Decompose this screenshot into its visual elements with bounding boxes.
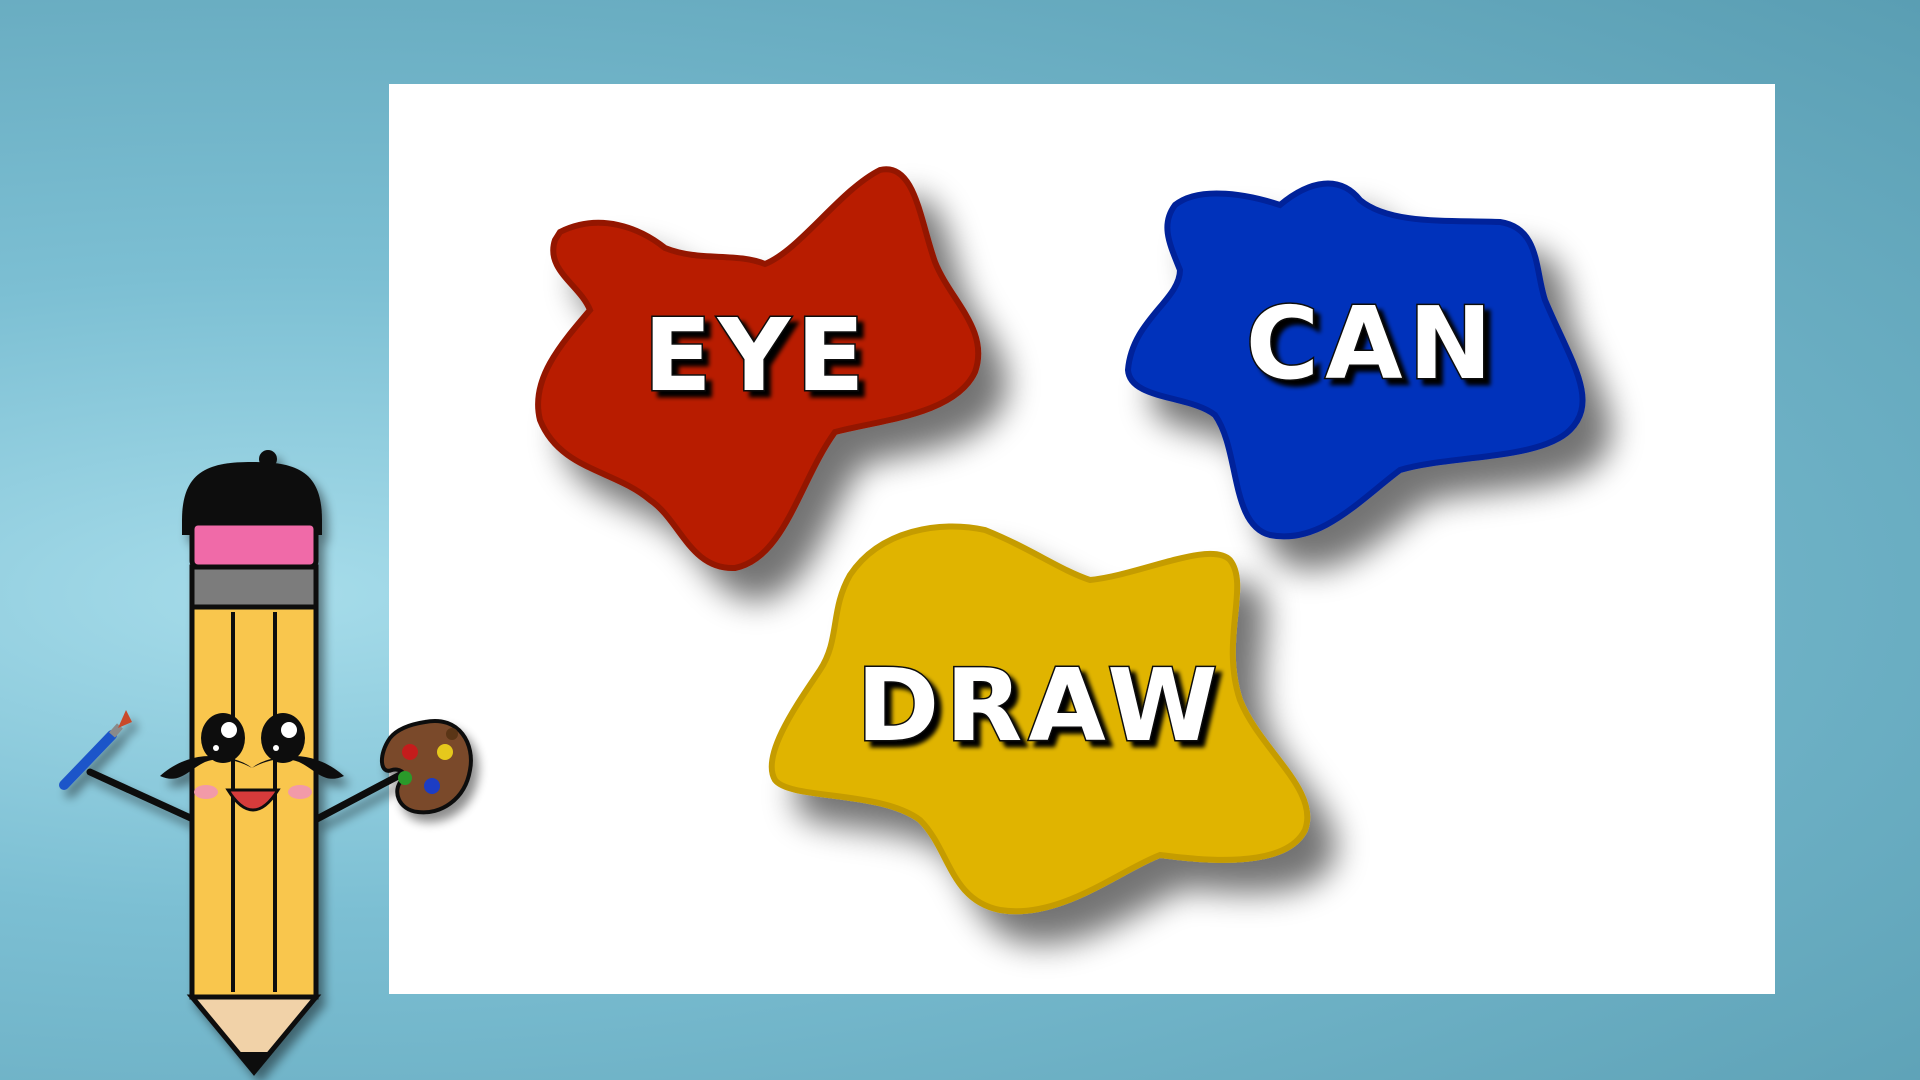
word-eye: EYE [643,297,870,414]
left-arm [86,768,199,824]
pencil-mascot [59,450,473,1076]
word-draw: DRAW [856,647,1223,764]
word-can: CAN [1246,285,1498,402]
title-scene: EYE CAN DRAW [59,166,1586,1076]
paint-palette-icon [380,718,473,815]
eraser [189,520,319,570]
ferrule [189,564,319,610]
right-arm [311,771,404,824]
